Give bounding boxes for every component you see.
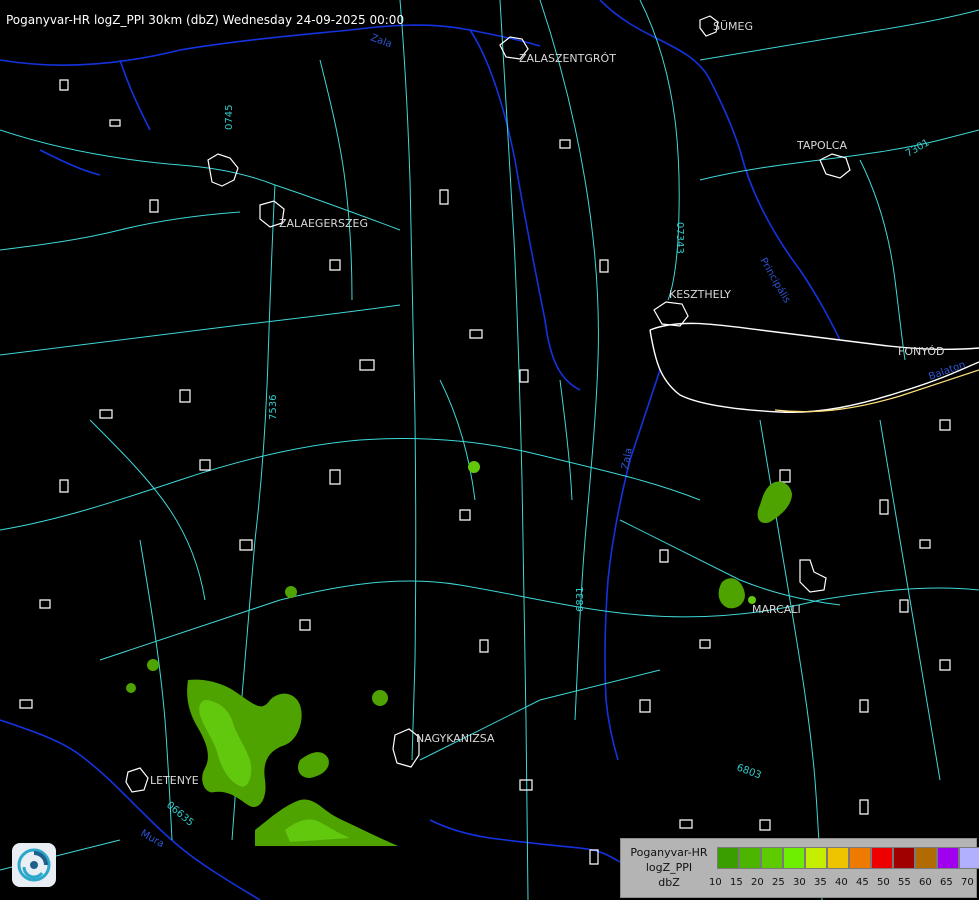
legend-swatch <box>761 847 783 869</box>
legend-tick: 65 <box>940 877 953 888</box>
legend-tick: 40 <box>835 877 848 888</box>
legend-tick: 20 <box>751 877 764 888</box>
town-label: ZALAEGERSZEG <box>279 217 368 230</box>
legend-swatches <box>717 847 979 869</box>
legend-swatch <box>827 847 849 869</box>
road-number-label: 7301 <box>904 137 932 159</box>
legend-swatch <box>717 847 739 869</box>
legend-swatch <box>849 847 871 869</box>
legend-tick: 25 <box>772 877 785 888</box>
town-label: TAPOLCA <box>796 139 847 152</box>
legend-swatch <box>805 847 827 869</box>
road-network <box>0 0 979 900</box>
water-label: Zala <box>369 32 393 50</box>
legend-tick: 30 <box>793 877 806 888</box>
radar-map: SÜMEG ZALASZENTGRÓT TAPOLCA ZALAEGERSZEG KES… <box>0 0 979 900</box>
legend-swatch <box>739 847 761 869</box>
water-label: Principális <box>757 256 793 306</box>
legend-tick: 50 <box>877 877 890 888</box>
town-label: SÜMEG <box>713 20 753 33</box>
map-title: Poganyvar-HR logZ_PPI 30km (dbZ) Wednesd… <box>6 13 405 27</box>
legend-tick: 45 <box>856 877 869 888</box>
road-number-label: 0745 <box>224 105 235 130</box>
echo-cell-small-west <box>285 586 297 598</box>
echo-cell-letenye-north <box>147 659 159 671</box>
echo-area-southwest <box>187 679 302 808</box>
legend-tick: 35 <box>814 877 827 888</box>
legend-swatch <box>783 847 805 869</box>
color-scale-legend: Poganyvar-HR logZ_PPI dbZ 10 15 20 25 30 35 40… <box>620 838 979 898</box>
legend-title-line: dbZ <box>658 876 680 889</box>
echo-cell-far-west <box>126 683 136 693</box>
legend-swatch <box>915 847 937 869</box>
town-label: FONYÓD <box>898 345 944 358</box>
water-label: Balaton <box>927 359 967 382</box>
legend-tick: 55 <box>898 877 911 888</box>
town-label: NAGYKANIZSA <box>416 732 495 745</box>
legend-ticks: 10 15 20 25 30 35 40 45 50 55 60 65 70 <box>709 877 979 888</box>
legend-tick: 60 <box>919 877 932 888</box>
echo-cell-east <box>757 481 792 524</box>
legend-tick: 70 <box>961 877 974 888</box>
echo-cell-marcali <box>718 578 745 609</box>
legend-swatch <box>893 847 915 869</box>
legend-tick: 10 <box>709 877 722 888</box>
town-label: MARCALI <box>752 603 801 616</box>
legend-swatch <box>871 847 893 869</box>
echo-cell-central <box>468 461 480 473</box>
legend-title-line: logZ_PPI <box>645 861 693 874</box>
radar-logo-icon <box>12 843 56 887</box>
road-number-label: 7536 <box>268 395 279 420</box>
road-number-label: 07343 <box>674 222 685 254</box>
town-label: LETENYE <box>150 774 199 787</box>
legend-swatch <box>937 847 959 869</box>
road-number-label: 6803 <box>735 762 763 781</box>
legend-swatch <box>959 847 979 869</box>
road-number-label: 06635 <box>164 800 195 829</box>
legend-tick: 15 <box>730 877 743 888</box>
echo-cell-kanizsa-north <box>372 690 388 706</box>
water-label: Zala <box>620 447 635 470</box>
echo-cell-kanizsa-east <box>298 752 329 778</box>
legend-title-line: Poganyvar-HR <box>630 846 708 859</box>
town-label: ZALASZENTGRÓT <box>519 52 616 65</box>
legend-title: Poganyvar-HR logZ_PPI dbZ <box>621 845 717 890</box>
river-network <box>0 0 841 900</box>
road-number-label: 6831 <box>575 587 586 612</box>
lake-balaton <box>649 322 979 413</box>
radar-echoes <box>126 461 792 846</box>
town-label: KESZTHELY <box>669 288 731 301</box>
